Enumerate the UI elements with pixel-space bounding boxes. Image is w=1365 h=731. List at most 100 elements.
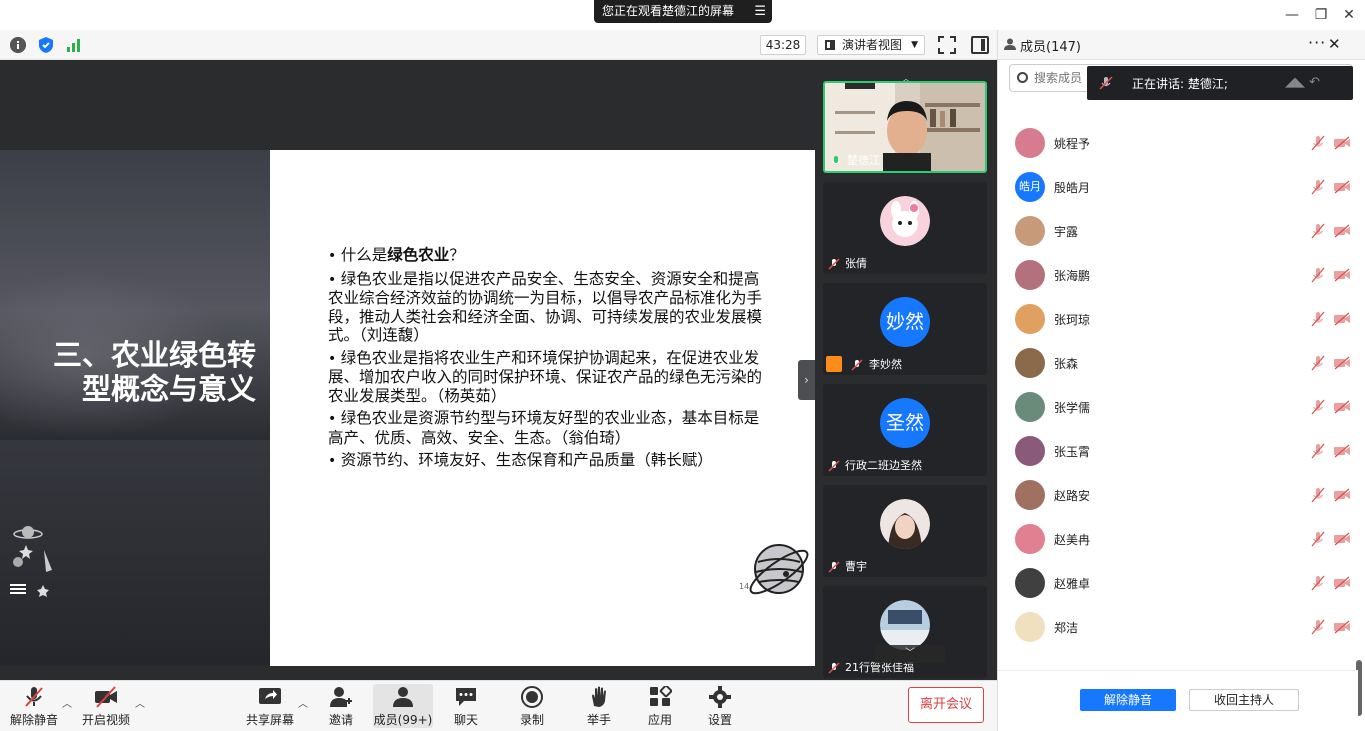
chevron-up-icon[interactable]: ︿ — [62, 695, 72, 710]
microphone-muted-icon[interactable] — [1311, 487, 1325, 503]
microphone-muted-icon[interactable] — [1311, 575, 1325, 591]
member-name: 张海鹏 — [1054, 269, 1091, 283]
video-off-icon[interactable] — [1333, 532, 1351, 546]
security-shield-icon[interactable] — [38, 37, 54, 53]
member-row[interactable]: 张海鹏 — [998, 253, 1358, 297]
video-tile[interactable]: 曹宇 — [823, 485, 987, 577]
member-row[interactable]: 宇露 — [998, 209, 1358, 253]
side-panel-toggle-icon[interactable] — [971, 36, 989, 54]
member-row[interactable]: 张珂琼 — [998, 297, 1358, 341]
member-row[interactable]: 张学儒 — [998, 385, 1358, 429]
microphone-muted-icon[interactable] — [1311, 311, 1325, 327]
presentation-slide: 三、农业绿色转 型概念与意义 • 什么是绿色农业？ • 绿色农业是指以促进农产品… — [0, 150, 815, 666]
video-off-icon[interactable] — [1333, 444, 1351, 458]
avatar — [1015, 392, 1045, 422]
members-panel-footer: 解除静音 收回主持人 — [998, 670, 1358, 731]
microphone-muted-icon[interactable] — [1311, 531, 1325, 547]
menu-icon[interactable]: ☰ — [754, 0, 766, 23]
minimize-button[interactable]: — — [1279, 4, 1305, 26]
share-banner[interactable]: 您正在观看楚德江的屏幕 ☰ — [594, 0, 772, 23]
member-name: 宇露 — [1054, 225, 1079, 239]
chevron-down-icon[interactable]: ﹀ — [875, 645, 945, 663]
member-row[interactable]: 张森 — [998, 341, 1358, 385]
member-row[interactable]: 张玉霄 — [998, 429, 1358, 473]
member-name: 姚程予 — [1054, 137, 1091, 151]
member-name: 张珂琼 — [1054, 313, 1091, 327]
members-panel-header: 成员(147) ··· ✕ — [998, 30, 1365, 60]
raise-hand-button[interactable]: 举手 — [567, 684, 631, 728]
microphone-muted-icon[interactable] — [1311, 399, 1325, 415]
video-tile[interactable]: 妙然 李妙然 — [823, 283, 987, 375]
gear-icon — [709, 686, 731, 708]
settings-button[interactable]: 设置 — [688, 684, 752, 728]
signal-strength-icon[interactable] — [66, 37, 82, 53]
member-row[interactable]: 皓月 殷皓月 — [998, 165, 1358, 209]
close-icon[interactable]: ✕ — [1328, 35, 1341, 53]
slide-content-panel: • 什么是绿色农业？ • 绿色农业是指以促进农产品安全、生态安全、资源安全和提高… — [270, 150, 815, 666]
fullscreen-icon[interactable] — [938, 36, 956, 54]
apps-button[interactable]: 应用 — [628, 684, 692, 728]
video-off-icon[interactable] — [1333, 356, 1351, 370]
microphone-muted-icon[interactable] — [1311, 223, 1325, 239]
members-button[interactable]: 成员(99+) — [373, 684, 433, 728]
reclaim-host-button[interactable]: 收回主持人 — [1189, 689, 1299, 711]
video-tile[interactable]: 21行管张佳福 — [823, 586, 987, 678]
space-decoration-icon — [13, 526, 52, 597]
microphone-muted-icon[interactable] — [1311, 443, 1325, 459]
video-off-icon[interactable] — [1333, 400, 1351, 414]
slide-title: 三、农业绿色转 型概念与意义 — [52, 338, 256, 406]
video-off-icon[interactable] — [1333, 620, 1351, 634]
view-mode-dropdown[interactable]: 演讲者视图 ▼ — [817, 35, 925, 55]
microphone-muted-icon[interactable] — [1311, 355, 1325, 371]
unmute-button[interactable]: 解除静音 — [2, 684, 66, 728]
avatar — [1015, 568, 1045, 598]
close-button[interactable]: ✕ — [1336, 4, 1362, 26]
undo-icon[interactable]: ◢◣ ↶ — [1285, 75, 1345, 91]
more-options-icon[interactable]: ··· — [1308, 33, 1326, 52]
unmute-all-button[interactable]: 解除静音 — [1080, 689, 1176, 711]
video-off-icon[interactable] — [1333, 488, 1351, 502]
chevron-right-icon[interactable]: › — [798, 360, 815, 400]
video-off-icon[interactable] — [1333, 268, 1351, 282]
video-tile[interactable]: 张倩 — [823, 182, 987, 274]
restore-button[interactable]: ❐ — [1308, 4, 1334, 26]
member-row[interactable]: 赵美冉 — [998, 517, 1358, 561]
member-row[interactable]: 赵雅卓 — [998, 561, 1358, 605]
leave-meeting-button[interactable]: 离开会议 — [908, 687, 984, 723]
video-off-icon[interactable] — [1333, 136, 1351, 150]
chat-button[interactable]: 聊天 — [434, 684, 498, 728]
member-row[interactable]: 姚程予 — [998, 121, 1358, 165]
avatar: 妙然 — [880, 297, 930, 347]
members-panel: 成员(147) ··· ✕ 正在讲话: 楚德江; ◢◣ ↶ 姚程予皓月殷皓月宇露… — [997, 30, 1365, 731]
member-row[interactable]: 赵路安 — [998, 473, 1358, 517]
share-screen-button[interactable]: 共享屏幕 — [238, 684, 302, 728]
chevron-up-icon[interactable]: ︿ — [135, 695, 145, 710]
record-icon — [521, 686, 543, 708]
share-banner-text: 您正在观看楚德江的屏幕 — [602, 4, 735, 18]
bullet-item: • 绿色农业是资源节约型与环境友好型的农业业态，基本目标是高产、优质、高效、安全… — [328, 409, 760, 447]
invite-button[interactable]: 邀请 — [309, 684, 373, 728]
share-screen-icon — [259, 688, 281, 704]
record-button[interactable]: 录制 — [500, 684, 564, 728]
video-tile-active-speaker[interactable]: 楚德江 — [823, 81, 987, 173]
info-icon[interactable] — [10, 37, 26, 53]
slide-menu-icon[interactable] — [10, 582, 26, 596]
bullet-item: • 资源节约、环境友好、生态保育和产品质量（韩长赋） — [328, 451, 713, 469]
member-name: 郑洁 — [1054, 621, 1079, 635]
video-off-icon[interactable] — [1333, 312, 1351, 326]
microphone-muted-icon[interactable] — [1311, 619, 1325, 635]
meeting-timer: 43:28 — [760, 35, 806, 55]
chevron-up-icon[interactable]: ︿ — [298, 695, 308, 710]
member-name: 张森 — [1054, 357, 1079, 371]
video-off-icon[interactable] — [1333, 224, 1351, 238]
video-tile[interactable]: 圣然 行政二班边圣然 — [823, 384, 987, 476]
microphone-muted-icon[interactable] — [1311, 179, 1325, 195]
video-off-icon[interactable] — [1333, 180, 1351, 194]
video-off-icon[interactable] — [1333, 576, 1351, 590]
member-row[interactable]: 郑洁 — [998, 605, 1358, 649]
microphone-muted-icon — [25, 687, 43, 707]
microphone-muted-icon[interactable] — [1311, 135, 1325, 151]
participant-name: 曹宇 — [845, 560, 867, 573]
start-video-button[interactable]: 开启视频 — [74, 684, 138, 728]
microphone-muted-icon[interactable] — [1311, 267, 1325, 283]
